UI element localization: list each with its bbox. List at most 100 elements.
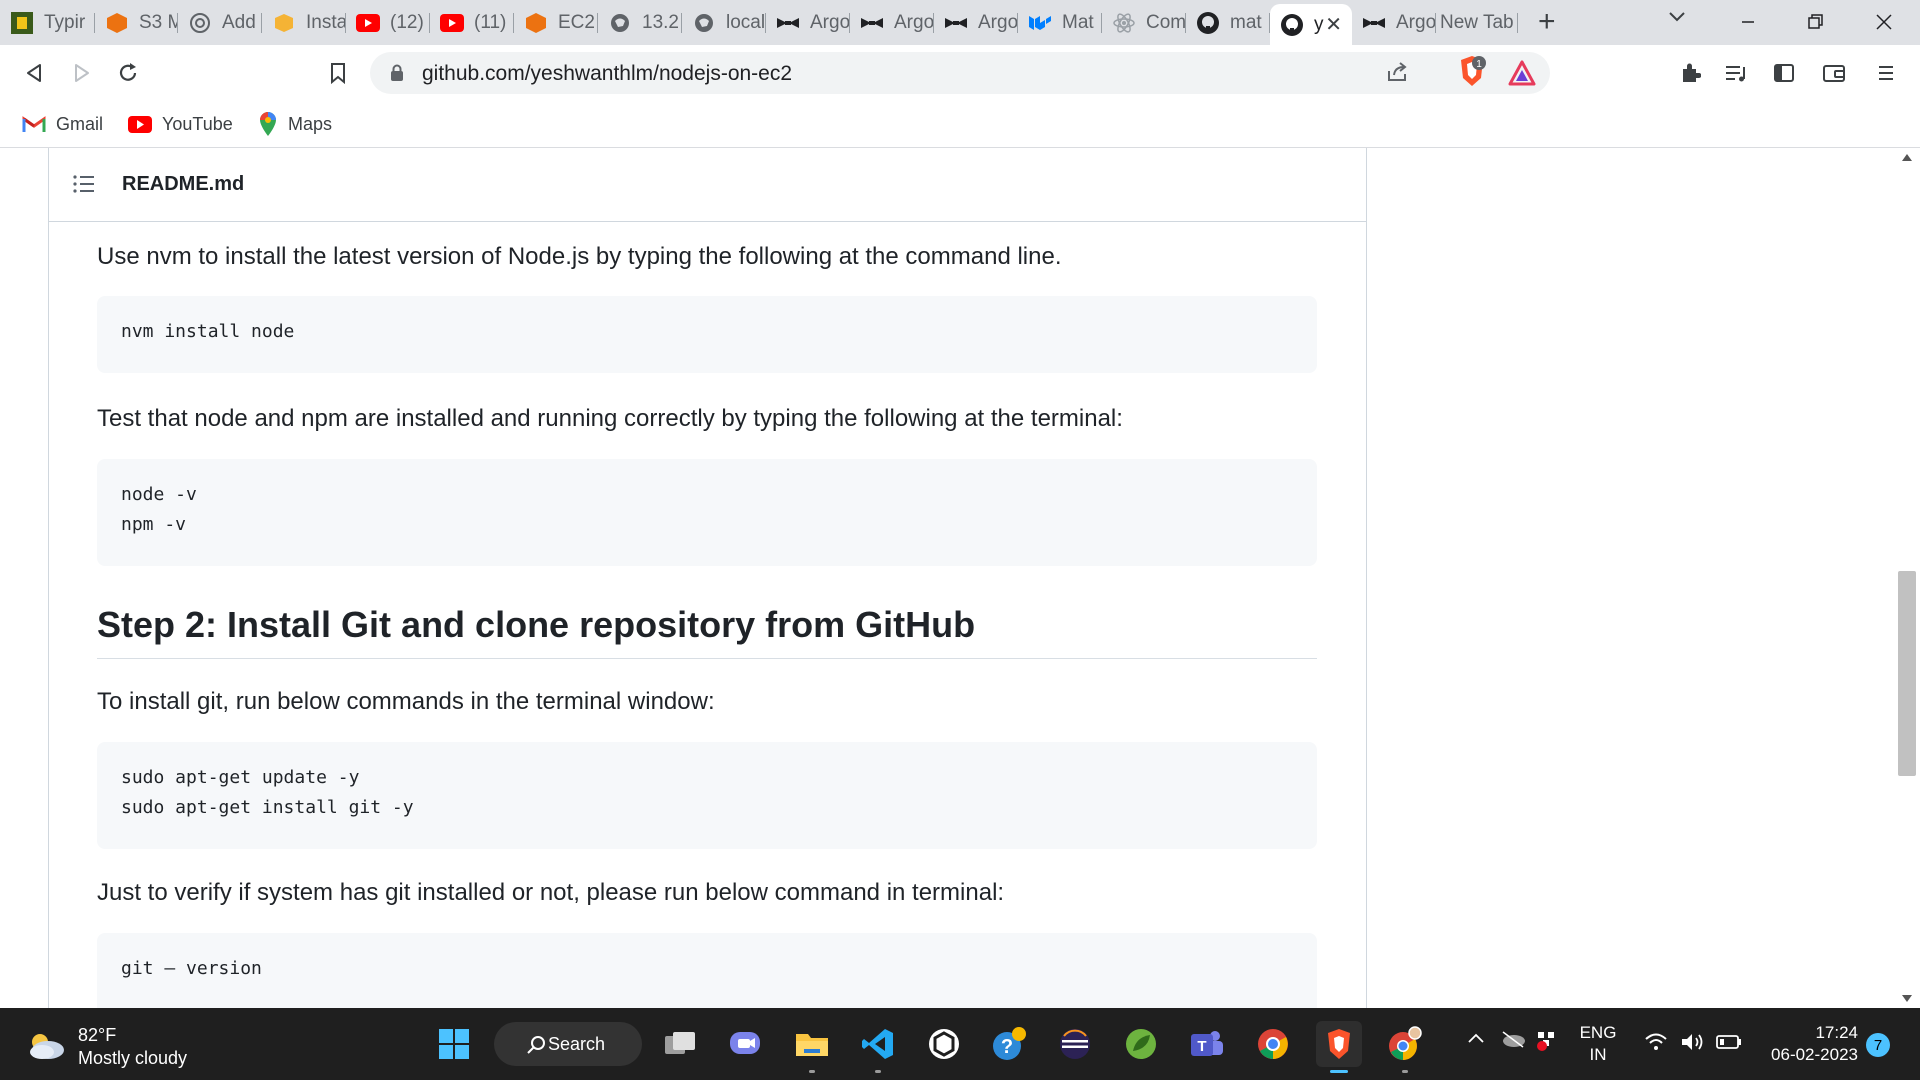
tab-mui[interactable]: Mat — [1018, 4, 1102, 41]
bookmark-gmail[interactable]: Gmail — [22, 110, 103, 138]
argo-icon — [1362, 11, 1386, 35]
wifi-icon[interactable] — [1644, 1032, 1668, 1052]
menu-icon[interactable] — [1870, 57, 1902, 89]
taskbar-search[interactable]: Search — [494, 1022, 642, 1066]
code-block-node-version[interactable]: node -v npm -v — [97, 459, 1317, 566]
aws-box-icon — [272, 11, 296, 35]
teams-icon[interactable]: T — [1184, 1021, 1230, 1067]
brave-badge-count: 1 — [1476, 59, 1482, 70]
close-window-icon[interactable] — [1864, 6, 1904, 38]
paragraph-install-git: To install git, run below commands in th… — [97, 688, 715, 715]
scroll-up-icon[interactable] — [1902, 154, 1912, 161]
weather-condition: Mostly cloudy — [78, 1048, 188, 1068]
volume-icon[interactable] — [1680, 1032, 1706, 1052]
show-hidden-icons-chevron-icon[interactable] — [1467, 1032, 1485, 1044]
clock-date: 06-02-2023 — [1771, 1045, 1858, 1064]
forward-icon[interactable] — [66, 57, 98, 89]
tab-github-active[interactable]: y ✕ — [1270, 4, 1352, 45]
cloud-icon — [26, 1030, 66, 1065]
youtube-icon — [356, 11, 380, 35]
chrome-icon[interactable] — [1250, 1021, 1296, 1067]
chat-icon[interactable] — [722, 1021, 768, 1067]
tab-close-icon[interactable]: ✕ — [1325, 12, 1342, 37]
new-tab-button[interactable]: + — [1538, 7, 1556, 37]
file-explorer-icon[interactable] — [789, 1021, 835, 1073]
unity-icon[interactable] — [921, 1021, 967, 1067]
back-icon[interactable] — [18, 57, 50, 89]
chrome-profile-icon[interactable] — [1382, 1021, 1428, 1073]
tab-typing[interactable]: Typir — [0, 4, 95, 41]
argo-icon — [944, 11, 968, 35]
readme-header: README.md — [49, 148, 1367, 222]
heading-divider — [97, 658, 1317, 659]
paragraph-verify-git: Just to verify if system has git install… — [97, 879, 1005, 906]
heading-step-2: Step 2: Install Git and clone repository… — [97, 604, 976, 645]
tab-argo-1[interactable]: Argo — [766, 4, 850, 41]
task-view-icon[interactable] — [657, 1021, 703, 1067]
globe-icon — [692, 11, 716, 35]
globe-icon — [608, 11, 632, 35]
browser-toolbar: github.com/yeshwanthlm/nodejs-on-ec2 1 — [0, 45, 1920, 101]
eclipse-icon[interactable] — [1052, 1021, 1098, 1067]
outline-list-icon[interactable] — [73, 175, 95, 198]
bookmark-maps[interactable]: Maps — [258, 110, 332, 138]
bookmark-youtube[interactable]: YouTube — [128, 110, 233, 138]
code-line: nvm install node — [121, 321, 295, 342]
spring-icon[interactable] — [1118, 1021, 1164, 1067]
maps-icon — [258, 111, 278, 137]
lock-icon[interactable] — [390, 64, 404, 87]
brave-rewards-icon[interactable] — [1506, 57, 1538, 89]
tab-argo-4[interactable]: Argo — [1352, 4, 1436, 41]
clock-time: 17:24 — [1815, 1023, 1858, 1042]
tab-ip[interactable]: 13.2 — [598, 4, 682, 41]
minimize-icon[interactable] — [1728, 6, 1768, 38]
address-bar[interactable]: github.com/yeshwanthlm/nodejs-on-ec2 — [370, 52, 1550, 94]
page-scrollbar[interactable] — [1894, 148, 1920, 1008]
windows-start-icon[interactable] — [431, 1021, 477, 1067]
sidebar-icon[interactable] — [1768, 57, 1800, 89]
brave-shields-icon[interactable]: 1 — [1456, 55, 1488, 87]
system-clock[interactable]: 17:24 06-02-2023 — [1754, 1022, 1858, 1066]
reload-icon[interactable] — [112, 57, 144, 89]
paragraph-nvm-install: Use nvm to install the latest version of… — [97, 243, 1062, 270]
share-icon[interactable] — [1386, 61, 1410, 88]
network-badge-icon[interactable] — [1535, 1028, 1559, 1052]
code-block-nvm[interactable]: nvm install node — [97, 296, 1317, 373]
page-viewport: README.md Use nvm to install the latest … — [0, 148, 1920, 1008]
battery-icon[interactable] — [1716, 1034, 1742, 1050]
tab-youtube-11[interactable]: (11) — [430, 4, 514, 41]
tab-add[interactable]: Add — [178, 4, 262, 41]
tab-new-tab[interactable]: New Tab — [1436, 4, 1518, 41]
playlist-icon[interactable] — [1720, 57, 1752, 89]
tab-s3[interactable]: S3 M — [95, 4, 178, 41]
search-icon — [527, 1036, 545, 1054]
code-line: git — version — [121, 958, 262, 979]
brave-icon[interactable] — [1316, 1021, 1362, 1073]
tab-github-mat[interactable]: mat — [1186, 4, 1270, 41]
tab-argo-2[interactable]: Argo — [850, 4, 934, 41]
help-icon[interactable]: ? — [986, 1021, 1032, 1067]
notification-badge[interactable]: 7 — [1866, 1033, 1890, 1057]
tab-argo-3[interactable]: Argo — [934, 4, 1018, 41]
weather-widget[interactable]: 82°F Mostly cloudy — [26, 1024, 187, 1070]
tab-local[interactable]: local — [682, 4, 766, 41]
youtube-icon — [440, 11, 464, 35]
tab-youtube-12[interactable]: (12) — [346, 4, 430, 41]
tab-search-chevron-icon[interactable] — [1668, 10, 1686, 28]
extensions-icon[interactable] — [1674, 57, 1706, 89]
vscode-icon[interactable] — [855, 1021, 901, 1073]
onedrive-icon[interactable] — [1500, 1030, 1526, 1048]
code-line: sudo apt-get update -y — [121, 767, 360, 788]
language-indicator[interactable]: ENG IN — [1578, 1022, 1618, 1066]
restore-icon[interactable] — [1796, 6, 1836, 38]
scroll-down-icon[interactable] — [1902, 995, 1912, 1002]
tab-insta[interactable]: Insta — [262, 4, 346, 41]
bookmark-icon[interactable] — [322, 57, 354, 89]
tab-ec2[interactable]: EC2 — [514, 4, 598, 41]
tab-com[interactable]: Com — [1102, 4, 1186, 41]
scroll-thumb[interactable] — [1898, 571, 1916, 776]
aws-icon — [105, 11, 129, 35]
code-block-git-version[interactable]: git — version — [97, 933, 1317, 1008]
wallet-icon[interactable] — [1818, 57, 1850, 89]
code-block-apt-get[interactable]: sudo apt-get update -y sudo apt-get inst… — [97, 742, 1317, 849]
